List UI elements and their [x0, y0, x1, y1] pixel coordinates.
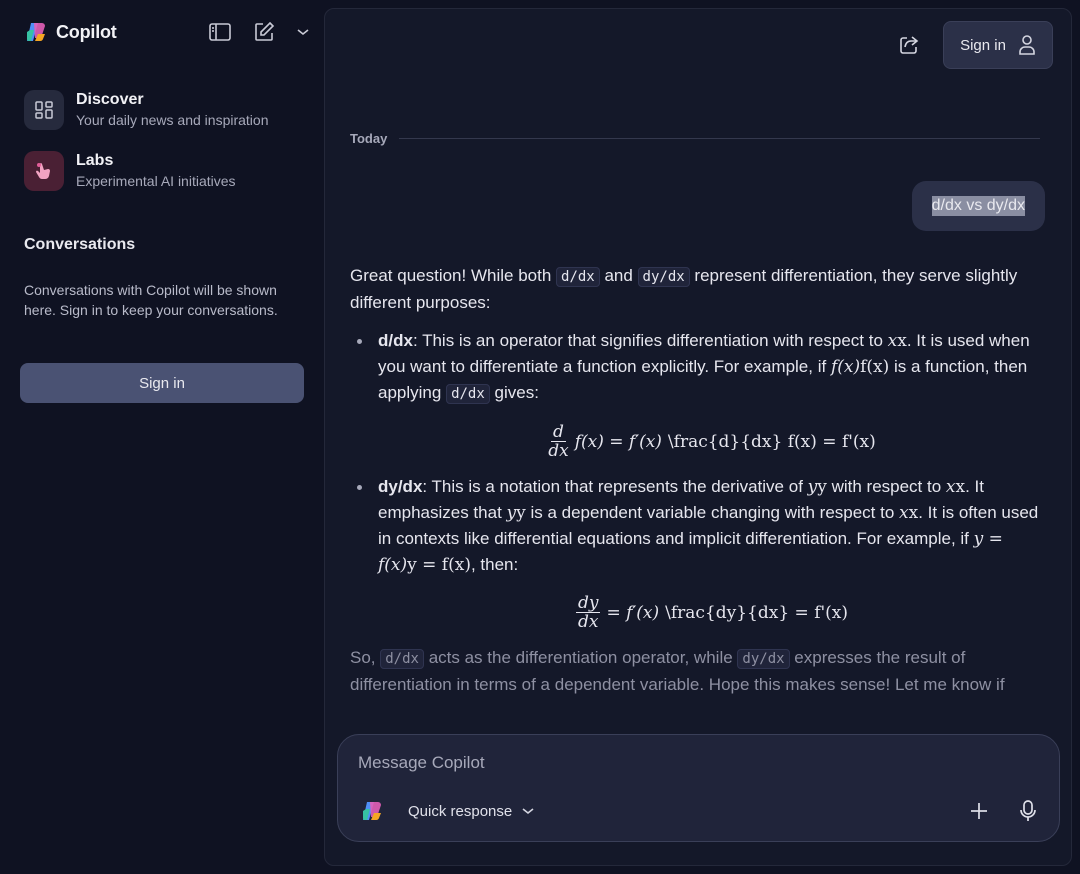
- toggle-sidebar-button[interactable]: [206, 20, 234, 44]
- response-mode-select[interactable]: Quick response: [408, 799, 534, 823]
- day-label: Today: [350, 131, 388, 146]
- inline-code: d/dx: [556, 267, 600, 287]
- more-options-button[interactable]: [294, 20, 312, 44]
- math-inline: x: [945, 477, 956, 497]
- attach-button[interactable]: [966, 798, 992, 824]
- microphone-icon: [1020, 800, 1036, 821]
- labs-hand-icon: [24, 151, 64, 191]
- sidebar-item-subtitle: Your daily news and inspiration: [76, 112, 269, 128]
- chevron-down-icon: [297, 29, 309, 36]
- discover-grid-icon: [24, 90, 64, 130]
- answer-list: d/dx: This is an operator that signifies…: [350, 328, 1046, 631]
- user-message: d/dx vs dy/dx: [911, 181, 1045, 231]
- sidebar-panel-icon: [209, 23, 231, 41]
- text: and: [599, 266, 638, 285]
- sidebar: Copilot Discover Your daily news and ins…: [0, 0, 324, 874]
- math-raw: f(x): [860, 357, 890, 377]
- math-inline: y: [506, 503, 517, 523]
- voice-input-button[interactable]: [1014, 797, 1042, 825]
- compose-icon: [255, 21, 275, 41]
- day-divider: [399, 138, 1040, 139]
- inline-code: d/dx: [380, 649, 424, 669]
- math-inline: y: [807, 477, 818, 497]
- math-inline: f(x): [830, 357, 861, 377]
- text: : This is a notation that represents the…: [422, 477, 808, 496]
- inline-code: dy/dx: [737, 649, 790, 669]
- sidebar-toolbar: [206, 20, 312, 44]
- list-item: d/dx: This is an operator that signifies…: [350, 328, 1046, 460]
- math-raw: x: [955, 477, 966, 497]
- text: , then:: [470, 555, 519, 574]
- copilot-logo-icon: [362, 802, 381, 821]
- answer-intro: Great question! While both d/dx and dy/d…: [350, 263, 1046, 316]
- inline-code: d/dx: [446, 384, 490, 404]
- header-sign-in-button[interactable]: Sign in: [943, 21, 1053, 69]
- day-separator: Today: [350, 131, 1040, 146]
- conversations-heading: Conversations: [24, 236, 136, 253]
- fraction: d dx: [548, 423, 568, 460]
- plus-icon: [971, 803, 987, 819]
- math-raw: y = f(x): [407, 555, 471, 575]
- sidebar-item-title: Labs: [76, 152, 114, 169]
- sidebar-item-title: Discover: [76, 91, 144, 108]
- equation-rhs: f(x) = f′(x): [574, 431, 662, 452]
- user-message-text: d/dx vs dy/dx: [931, 196, 1025, 216]
- header-sign-in-label: Sign in: [960, 36, 1006, 54]
- sidebar-item-discover[interactable]: Discover Your daily news and inspiration: [24, 90, 269, 130]
- math-inline: x: [899, 503, 909, 523]
- message-composer: Quick response: [337, 734, 1060, 842]
- inline-code: dy/dx: [637, 267, 690, 287]
- math-raw: y: [516, 503, 526, 523]
- term: d/dx: [378, 331, 413, 350]
- message-input[interactable]: [358, 749, 958, 777]
- equation-rhs: = f′(x): [606, 602, 660, 623]
- chevron-down-icon: [522, 808, 534, 815]
- brand[interactable]: Copilot: [24, 20, 117, 44]
- text: Great question! While both: [350, 266, 557, 285]
- text: acts as the differentiation operator, wh…: [423, 648, 738, 667]
- share-icon: [900, 36, 919, 54]
- math-block: d dx f(x) = f′(x) \frac{d}{dx} f(x) = f'…: [378, 423, 1046, 460]
- answer-outro: So, d/dx acts as the differentiation ope…: [350, 645, 1046, 698]
- math-inline: x: [887, 331, 898, 351]
- conversations-empty-text: Conversations with Copilot will be shown…: [24, 282, 278, 318]
- text: : This is an operator that signifies dif…: [412, 331, 888, 350]
- fraction-numerator: dy: [575, 593, 601, 613]
- share-button[interactable]: [895, 31, 923, 59]
- assistant-message: Great question! While both d/dx and dy/d…: [350, 263, 1046, 698]
- list-item: dy/dx: This is a notation that represent…: [350, 474, 1046, 631]
- copilot-logo-icon: [26, 23, 45, 42]
- term: dy/dx: [378, 477, 423, 496]
- text: gives:: [489, 383, 539, 402]
- sidebar-item-labs[interactable]: Labs Experimental AI initiatives: [24, 151, 236, 191]
- equation-raw: \frac{dy}{dx} = f'(x): [665, 602, 849, 623]
- fraction: dy dx: [575, 593, 601, 632]
- equation-raw: \frac{d}{dx} f(x) = f'(x): [667, 431, 876, 452]
- text: So,: [350, 648, 381, 667]
- math-raw: x: [897, 331, 907, 351]
- response-mode-label: Quick response: [408, 802, 513, 820]
- text: is a dependent variable changing with re…: [525, 503, 900, 522]
- math-block: dy dx = f′(x) \frac{dy}{dx} = f'(x): [378, 594, 1046, 631]
- fraction-denominator: dx: [577, 612, 599, 632]
- chat-panel: Sign in Today d/dx vs dy/dx Great questi…: [324, 8, 1072, 866]
- new-chat-button[interactable]: [250, 20, 278, 44]
- text: with respect to: [826, 477, 946, 496]
- brand-name: Copilot: [56, 21, 117, 42]
- math-raw: x: [908, 503, 919, 523]
- sidebar-item-subtitle: Experimental AI initiatives: [76, 173, 236, 189]
- math-raw: y: [817, 477, 827, 497]
- user-icon: [1019, 35, 1035, 55]
- fraction-numerator: d: [551, 422, 566, 442]
- sidebar-sign-in-button[interactable]: Sign in: [20, 363, 304, 403]
- fraction-denominator: dx: [548, 441, 569, 461]
